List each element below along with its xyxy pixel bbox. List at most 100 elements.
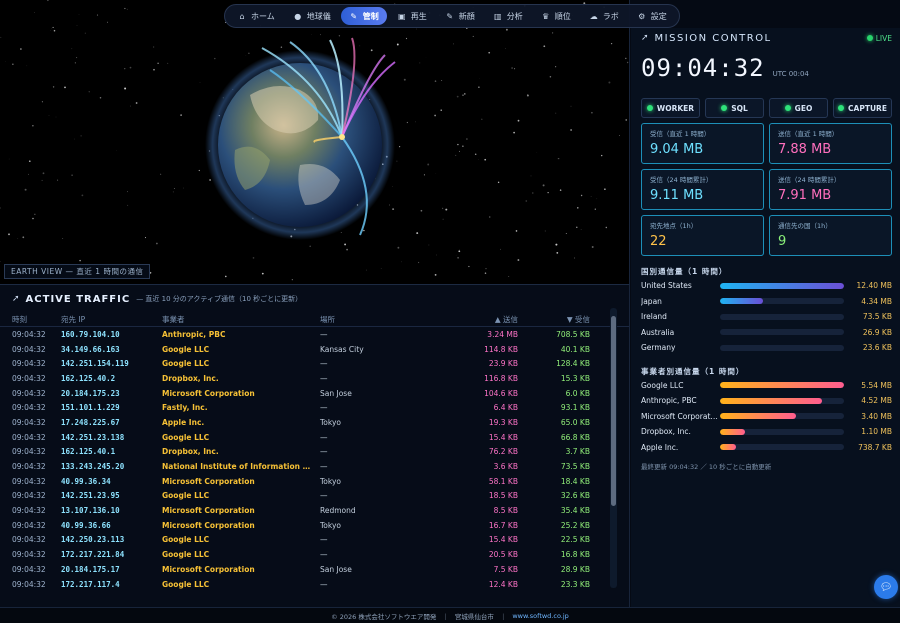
stat-value: 7.91 MB xyxy=(778,188,832,203)
star xyxy=(455,154,457,156)
table-row[interactable]: 09:04:32 162.125.40.1 Dropbox, Inc. — 76.2 K… xyxy=(0,445,629,460)
table-row[interactable]: 09:04:32 142.251.154.119 Google LLC — 23.9 K… xyxy=(0,356,629,371)
star xyxy=(453,43,454,45)
cell-time: 09:04:32 xyxy=(12,506,46,516)
star xyxy=(340,231,342,234)
table-row[interactable]: 09:04:32 40.99.36.34 Microsoft Corporation… xyxy=(0,474,629,489)
nav-item-7[interactable]: ☁ ラボ xyxy=(581,7,627,25)
cell-sent: 15.4 KB xyxy=(488,432,518,442)
nav-item-2[interactable]: ✎ 管制 xyxy=(340,7,387,25)
traffic-header: ➚ ACTIVE TRAFFIC — 直近 10 分のアクティブ通信（10 秒ご… xyxy=(0,285,629,313)
table-row[interactable]: 09:04:32 34.149.66.163 Google LLC Kansas Ci… xyxy=(0,342,629,357)
table-row[interactable]: 09:04:32 20.184.175.23 Microsoft Corporati… xyxy=(0,386,629,401)
nav-label: 管制 xyxy=(362,11,379,21)
globe-icon: ● xyxy=(294,11,302,21)
country-bar-row: Japan 4.34 MB xyxy=(641,294,892,310)
star xyxy=(34,213,36,215)
org-bar-row: Microsoft Corporation 3.40 MB xyxy=(641,409,892,425)
star xyxy=(434,273,437,276)
status-badge[interactable]: GEO xyxy=(769,98,828,118)
chat-button[interactable]: 💬︎ xyxy=(874,575,898,599)
org-bar-fill xyxy=(719,397,822,404)
star xyxy=(547,192,549,194)
status-badge[interactable]: SQL xyxy=(705,98,764,118)
cell-sent: 19.3 KB xyxy=(488,417,518,427)
star xyxy=(626,61,629,64)
cell-received: 15.3 KB xyxy=(560,373,590,383)
cell-sent: 23.9 KB xyxy=(488,359,518,369)
nav-label: 再生 xyxy=(410,11,427,21)
status-badge[interactable]: WORKER xyxy=(641,98,700,118)
star xyxy=(338,35,341,37)
country-value: 23.6 KB xyxy=(862,343,892,353)
table-row[interactable]: 09:04:32 162.125.40.2 Dropbox, Inc. — 116.8 … xyxy=(0,371,629,386)
star xyxy=(459,249,460,250)
table-row[interactable]: 09:04:32 20.184.175.17 Microsoft Corporati… xyxy=(0,562,629,577)
cell-org: Google LLC xyxy=(162,432,210,442)
cell-ip: 142.251.23.95 xyxy=(61,491,120,501)
country-bar-row: Germany 23.6 KB xyxy=(641,340,892,356)
table-row[interactable]: 09:04:32 40.99.36.66 Microsoft Corporation… xyxy=(0,518,629,533)
table-row[interactable]: 09:04:32 142.251.23.138 Google LLC — 15.4 KB… xyxy=(0,430,629,445)
nav-item-1[interactable]: ● 地球儀 xyxy=(285,7,339,25)
cell-org: Fastly, Inc. xyxy=(162,403,208,413)
col-time[interactable]: 時刻 xyxy=(0,314,61,325)
cell-location: Redmond xyxy=(320,506,356,516)
star xyxy=(462,145,464,147)
star xyxy=(88,91,90,93)
table-row[interactable]: 09:04:32 13.107.136.10 Microsoft Corporati… xyxy=(0,503,629,518)
traffic-subtitle: — 直近 10 分のアクティブ通信（10 秒ごとに更新） xyxy=(136,295,303,303)
org-bar-row: Google LLC 5.54 MB xyxy=(641,378,892,394)
star xyxy=(74,62,76,64)
cell-ip: 160.79.104.10 xyxy=(61,329,120,339)
country-bar-track xyxy=(719,344,845,351)
stat-card: 受信（24 時間累計） 9.11 MB xyxy=(641,169,764,210)
table-row[interactable]: 09:04:32 172.217.221.84 Google LLC — 20.5 KB… xyxy=(0,547,629,562)
stat-label: 宛先地点（1h） xyxy=(650,222,698,230)
col-org[interactable]: 事業者 xyxy=(162,314,320,325)
footer: © 2026 株式会社ソフトウエア開発 ｜ 宮城県仙台市 ｜ www.softw… xyxy=(0,607,900,623)
cell-ip: 34.149.66.163 xyxy=(61,344,120,354)
star xyxy=(0,207,1,209)
col-received[interactable]: ▼ 受信 xyxy=(518,314,594,325)
table-row[interactable]: 09:04:32 151.101.1.229 Fastly, Inc. — 6.4 KB… xyxy=(0,400,629,415)
status-badge[interactable]: CAPTURE xyxy=(833,98,892,118)
col-sent[interactable]: ▲ 送信 xyxy=(440,314,518,325)
star xyxy=(462,94,464,96)
nav-item-0[interactable]: ⌂ ホーム xyxy=(229,7,283,25)
star xyxy=(99,96,102,99)
table-row[interactable]: 09:04:32 160.79.104.10 Anthropic, PBC — 3.24… xyxy=(0,327,629,342)
nav-item-4[interactable]: ✎ 新顔 xyxy=(437,7,483,25)
star xyxy=(403,78,406,81)
star xyxy=(127,204,129,206)
scrollbar[interactable] xyxy=(610,308,617,588)
star xyxy=(500,248,501,250)
nav-item-6[interactable]: ♛ 順位 xyxy=(533,7,579,25)
table-row[interactable]: 09:04:32 133.243.245.20 National Institute… xyxy=(0,459,629,474)
table-row[interactable]: 09:04:32 142.250.23.113 Google LLC — 15.4 KB… xyxy=(0,533,629,548)
nav-item-8[interactable]: ⚙ 設定 xyxy=(629,7,675,25)
scroll-thumb[interactable] xyxy=(611,316,616,506)
nav-item-5[interactable]: ▥ 分析 xyxy=(485,7,531,25)
table-row[interactable]: 09:04:32 142.251.23.95 Google LLC — 18.5 KB 3… xyxy=(0,489,629,504)
nav-item-3[interactable]: ▣ 再生 xyxy=(389,7,435,25)
footer-link[interactable]: www.softwd.co.jp xyxy=(512,612,568,620)
stat-card: 通信先の国（1h） 9 xyxy=(769,215,892,256)
table-row[interactable]: 09:04:32 172.217.117.4 Google LLC — 12.4 KB 2… xyxy=(0,577,629,591)
app-root: EARTH VIEW — 直近 1 時間の通信 ⌂ ホーム ● 地球儀 ✎ 管制 ▣ 再生 ✎ 新… xyxy=(0,0,900,623)
star xyxy=(618,134,620,136)
earth-view[interactable]: EARTH VIEW — 直近 1 時間の通信 xyxy=(0,0,630,284)
cell-org: Google LLC xyxy=(162,359,210,369)
earth-canvas[interactable] xyxy=(0,0,630,284)
star xyxy=(62,238,64,240)
star xyxy=(24,188,27,191)
star xyxy=(417,261,420,264)
col-location[interactable]: 場所 xyxy=(320,314,440,325)
table-row[interactable]: 09:04:32 17.248.225.67 Apple Inc. Tokyo 19.3… xyxy=(0,415,629,430)
star xyxy=(608,81,611,84)
col-ip[interactable]: 宛先 IP xyxy=(61,314,162,325)
org-bar-fill xyxy=(719,428,745,435)
star xyxy=(261,272,264,275)
nav-label: ラボ xyxy=(602,11,619,21)
star xyxy=(488,51,491,54)
